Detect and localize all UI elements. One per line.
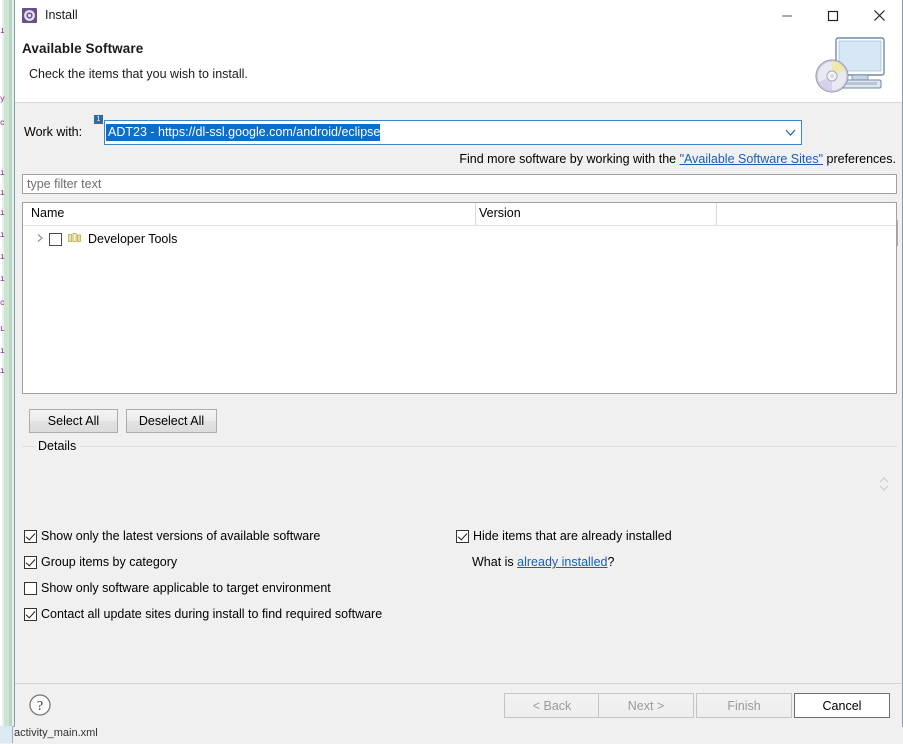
find-more-prefix: Find more software by working with the [459,152,680,166]
background-code-line: L [0,326,5,333]
checkbox[interactable] [24,530,37,543]
chevron-right-icon[interactable] [31,233,49,246]
background-code-line: i [0,232,5,239]
minimize-icon[interactable] [764,0,810,31]
work-with-combobox[interactable]: ADT23 - https://dl-ssl.google.com/androi… [104,120,802,145]
background-code-line: i [0,276,5,283]
background-code-line: i [0,348,5,355]
package-icon [68,232,82,247]
background-editor-tab-label[interactable]: activity_main.xml [14,727,98,739]
page-subtitle: Check the items that you wish to install… [29,67,248,81]
column-divider[interactable] [716,203,717,225]
option-label: Contact all update sites during install … [41,607,383,621]
work-with-badge: 1 [94,115,103,124]
help-question-icon[interactable]: ? [27,692,53,718]
background-tab-icon [0,726,13,743]
checkbox[interactable] [24,556,37,569]
option-label: Show only software applicable to target … [41,581,331,595]
table-row[interactable]: Developer Tools [23,229,896,249]
cancel-button[interactable]: Cancel [794,693,890,718]
back-button[interactable]: < Back [504,693,600,718]
find-more-software-text: Find more software by working with the "… [459,152,896,166]
dialog-titlebar: Install [15,0,902,31]
note-suffix: ? [607,555,615,569]
background-code-line: i [0,368,5,375]
option-label: Show only the latest versions of availab… [41,529,321,543]
tree-row-label: Developer Tools [88,232,178,246]
work-with-label: Work with: [24,125,83,139]
option-hide-already-installed[interactable]: Hide items that are already installed [456,529,672,543]
checkbox[interactable] [24,608,37,621]
filter-field-wrapper[interactable] [22,174,897,194]
dialog-body: Work with: 1 ADT23 - https://dl-ssl.goog… [15,103,902,684]
finish-button[interactable]: Finish [696,693,792,718]
close-icon[interactable] [856,0,902,31]
option-contact-all-update-sites[interactable]: Contact all update sites during install … [24,607,382,621]
details-legend: Details [34,439,81,453]
column-divider[interactable] [475,203,476,225]
dialog-header: Available Software Check the items that … [15,31,902,103]
available-software-tree[interactable]: Name Version Developer Tools [22,202,897,394]
background-code-line: y [0,96,5,103]
background-code-line: i [0,254,5,261]
background-code-line: I [0,28,5,35]
background-code-line: c [0,300,5,307]
monitor-with-disc-icon [808,32,896,100]
dialog-footer: ? < Back Next > Finish Cancel [15,684,902,727]
background-code-line: i [0,210,5,217]
tree-header: Name Version [23,203,896,226]
install-gear-icon [21,7,38,24]
note-prefix: What is [472,555,518,569]
chevron-down-icon[interactable] [784,126,797,140]
install-dialog: Install Available Software Check the ite… [14,0,903,727]
select-all-button[interactable]: Select All [29,409,118,433]
deselect-all-button[interactable]: Deselect All [126,409,217,433]
work-with-value: ADT23 - https://dl-ssl.google.com/androi… [106,124,381,141]
option-label: Group items by category [41,555,178,569]
background-code-line: i [0,190,5,197]
option-show-latest-versions[interactable]: Show only the latest versions of availab… [24,529,320,543]
details-group: Details [22,439,897,520]
background-editor-tabbar [0,726,903,744]
spinner-arrows-icon[interactable] [877,475,891,493]
dialog-title: Install [45,8,78,22]
checkbox[interactable] [24,582,37,595]
filter-input[interactable] [23,175,896,193]
maximize-icon[interactable] [810,0,856,31]
background-code-line: i [0,170,5,177]
already-installed-link[interactable]: already installed [517,555,607,569]
tree-row-checkbox[interactable] [49,232,62,246]
checkbox[interactable] [456,530,469,543]
page-title: Available Software [22,41,144,56]
background-code-line: c [0,120,5,127]
option-label: Hide items that are already installed [473,529,672,543]
background-editor-strip [0,0,14,726]
available-software-sites-link[interactable]: "Available Software Sites" [680,152,823,166]
option-group-items-by-category[interactable]: Group items by category [24,555,177,569]
svg-text:?: ? [37,699,43,714]
next-button[interactable]: Next > [598,693,694,718]
option-show-applicable-to-target[interactable]: Show only software applicable to target … [24,581,331,595]
find-more-suffix: preferences. [823,152,897,166]
column-header-name[interactable]: Name [31,206,64,220]
already-installed-note: What is already installed? [472,555,614,569]
column-header-version[interactable]: Version [479,206,521,220]
